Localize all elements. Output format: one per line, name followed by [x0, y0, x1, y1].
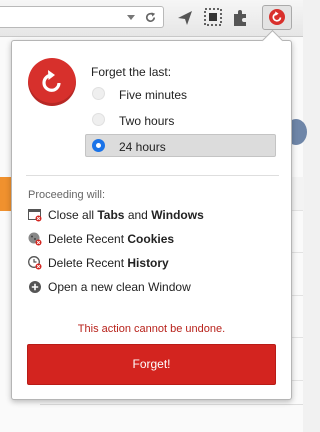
send-icon[interactable] [176, 9, 194, 27]
forget-extension-icon [269, 9, 285, 25]
option-five-minutes[interactable]: Five minutes [85, 82, 276, 105]
screenshot-icon[interactable] [204, 8, 222, 26]
divider [40, 404, 303, 405]
reload-icon[interactable] [144, 11, 157, 24]
forget-heading: Forget the last: [91, 65, 172, 79]
new-window-plus-icon [29, 281, 41, 293]
delete-cookies-icon [28, 232, 42, 246]
warning-text: This action cannot be undone. [77, 323, 226, 335]
option-label: Five minutes [119, 88, 188, 102]
radio-button[interactable] [92, 113, 105, 126]
browser-toolbar [0, 0, 303, 37]
option-label: 24 hours [119, 140, 166, 154]
radio-button[interactable] [92, 87, 105, 100]
radio-button-selected[interactable] [92, 139, 105, 152]
forget-logo-icon [28, 58, 76, 106]
puzzle-icon[interactable] [231, 9, 249, 27]
forget-extension-button[interactable] [262, 5, 292, 30]
divider [26, 175, 279, 176]
dropdown-arrow-icon[interactable] [125, 11, 137, 23]
url-bar[interactable] [0, 6, 164, 28]
delete-history-icon [28, 256, 42, 270]
proceeding-label: Proceeding will: [28, 189, 106, 201]
forget-popup: Forget the last: Five minutes Two hours … [11, 40, 292, 400]
option-24-hours[interactable]: 24 hours [85, 134, 276, 157]
forget-button[interactable]: Forget! [27, 344, 276, 385]
option-label: Two hours [119, 114, 175, 128]
option-two-hours[interactable]: Two hours [85, 108, 276, 131]
close-windows-icon [28, 209, 42, 222]
